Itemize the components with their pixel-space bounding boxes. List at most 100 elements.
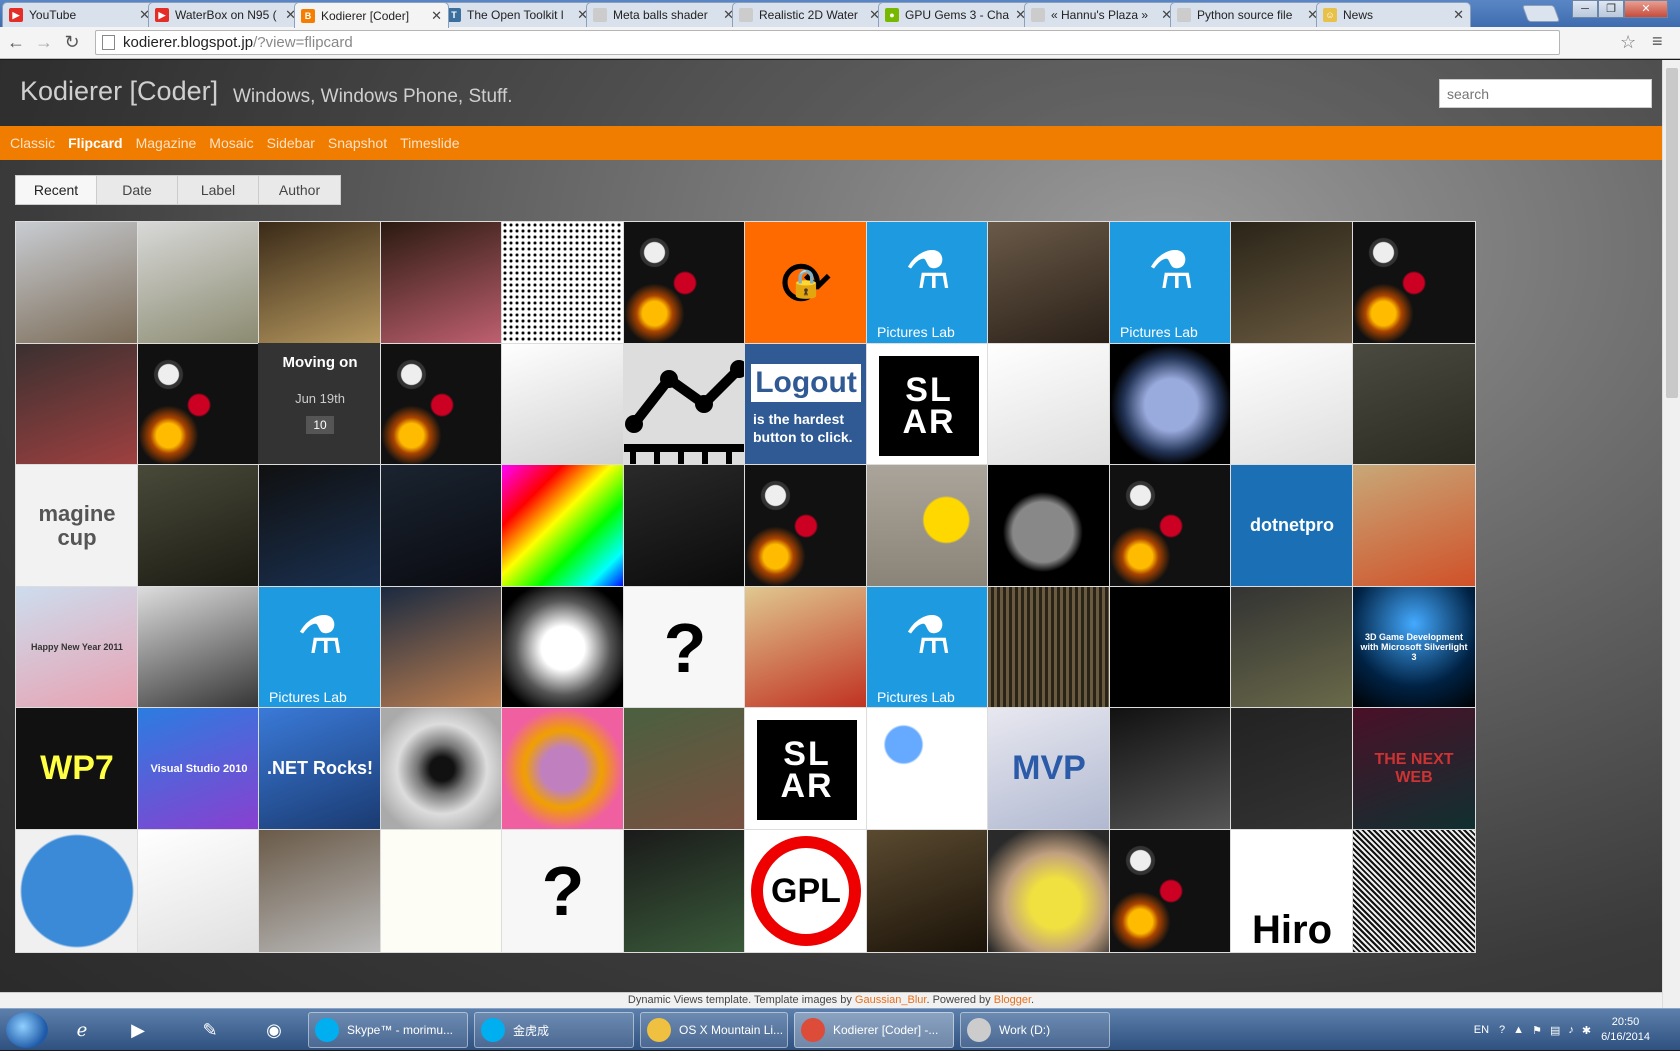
close-window-icon[interactable]: ✕ (1624, 0, 1668, 18)
sync-icon[interactable]: ✱ (1582, 1024, 1591, 1037)
taskbar-task[interactable]: Skype™ - morimu... (308, 1012, 468, 1048)
post-thumbnail-card[interactable] (15, 343, 139, 467)
post-thumbnail-card[interactable]: Visual Studio 2010 (137, 707, 261, 831)
post-thumbnail-card[interactable] (137, 586, 261, 710)
post-thumbnail-card[interactable] (258, 464, 382, 588)
post-thumbnail-card[interactable] (1109, 586, 1233, 710)
post-thumbnail-card[interactable] (866, 829, 990, 953)
forward-arrow-icon[interactable]: → (32, 31, 56, 55)
post-thumbnail-card[interactable] (623, 464, 747, 588)
firefox-icon[interactable]: ◉ (252, 1013, 296, 1047)
post-thumbnail-card[interactable] (501, 586, 625, 710)
browser-tab[interactable]: ▶ WaterBox on N95 (✕ (148, 2, 303, 27)
post-thumbnail-card[interactable] (137, 464, 261, 588)
post-thumbnail-card[interactable] (137, 829, 261, 953)
post-thumbnail-card[interactable] (1352, 343, 1476, 467)
post-thumbnail-card[interactable] (15, 221, 139, 345)
post-thumbnail-card[interactable] (380, 464, 504, 588)
view-link-timeslide[interactable]: Timeslide (400, 135, 459, 151)
pictures-lab-card[interactable]: ⚗ Pictures Lab (866, 221, 990, 345)
view-link-sidebar[interactable]: Sidebar (267, 135, 315, 151)
post-thumbnail-card[interactable] (501, 707, 625, 831)
post-thumbnail-card[interactable]: WP7 (15, 707, 139, 831)
post-thumbnail-card[interactable] (1230, 707, 1354, 831)
back-arrow-icon[interactable]: ← (4, 31, 28, 55)
view-link-snapshot[interactable]: Snapshot (328, 135, 387, 151)
post-thumbnail-card[interactable]: GPL (744, 829, 868, 953)
view-link-flipcard[interactable]: Flipcard (68, 135, 122, 151)
post-thumbnail-card[interactable]: .NET Rocks! (258, 707, 382, 831)
network-icon[interactable]: ▤ (1550, 1024, 1560, 1037)
volume-icon[interactable]: ♪ (1568, 1024, 1574, 1036)
tab-close-icon[interactable]: ✕ (1453, 7, 1464, 23)
post-thumbnail-card[interactable] (1109, 707, 1233, 831)
taskbar-clock[interactable]: 20:50 6/16/2014 (1601, 1015, 1650, 1045)
post-thumbnail-card[interactable] (744, 586, 868, 710)
post-thumbnail-card[interactable] (744, 464, 868, 588)
view-link-classic[interactable]: Classic (10, 135, 55, 151)
notepad-icon[interactable]: ✎ (188, 1013, 232, 1047)
post-thumbnail-card[interactable]: Happy New Year 2011 (15, 586, 139, 710)
post-thumbnail-card[interactable] (137, 221, 261, 345)
sort-tab-date[interactable]: Date (97, 176, 178, 204)
post-thumbnail-card[interactable]: Hiro (1230, 829, 1354, 953)
post-thumbnail-card[interactable] (501, 221, 625, 345)
sort-tab-author[interactable]: Author (259, 176, 340, 204)
footer-author-link[interactable]: Gaussian_Blur (855, 994, 927, 1006)
page-scrollbar[interactable] (1662, 60, 1680, 1008)
post-thumbnail-card[interactable] (258, 829, 382, 953)
maximize-icon[interactable]: ❐ (1598, 0, 1624, 18)
internet-explorer-icon[interactable]: ℯ (60, 1013, 104, 1047)
post-thumbnail-card[interactable] (866, 464, 990, 588)
post-thumbnail-card[interactable] (380, 829, 504, 953)
post-thumbnail-card[interactable] (1352, 829, 1476, 953)
post-thumbnail-card[interactable]: dotnetpro (1230, 464, 1354, 588)
taskbar-task[interactable]: Work (D:) (960, 1012, 1110, 1048)
browser-tab[interactable]: Realistic 2D Water ✕ (732, 2, 887, 27)
address-bar[interactable]: kodierer.blogspot.jp/?view=flipcard (95, 30, 1560, 55)
browser-tab[interactable]: T The Open Toolkit l ✕ (440, 2, 595, 27)
browser-tab[interactable]: B Kodierer [Coder] ✕ (294, 2, 449, 28)
help-icon[interactable]: ? (1499, 1024, 1505, 1036)
lock-app-card[interactable]: ⟳ 🔒 (744, 221, 868, 345)
post-thumbnail-card[interactable] (501, 343, 625, 467)
footer-blogger-link[interactable]: Blogger (994, 994, 1031, 1006)
post-thumbnail-card[interactable]: 3D Game Development with Microsoft Silve… (1352, 586, 1476, 710)
post-thumbnail-card[interactable]: magine cup (15, 464, 139, 588)
browser-tab[interactable]: Meta balls shader ✕ (586, 2, 741, 27)
post-thumbnail-card[interactable] (1109, 829, 1233, 953)
post-thumbnail-card[interactable] (380, 343, 504, 467)
post-thumbnail-card[interactable] (623, 221, 747, 345)
post-thumbnail-card[interactable]: ? (501, 829, 625, 953)
start-button-icon[interactable] (6, 1012, 48, 1048)
post-thumbnail-card[interactable]: THE NEXT WEB (1352, 707, 1476, 831)
post-thumbnail-card[interactable] (1230, 586, 1354, 710)
minimize-icon[interactable]: ─ (1572, 0, 1598, 18)
pictures-lab-card[interactable]: ⚗ Pictures Lab (866, 586, 990, 710)
browser-tab[interactable]: ☺ News ✕ (1316, 2, 1471, 27)
view-link-magazine[interactable]: Magazine (136, 135, 197, 151)
browser-tab[interactable]: ● GPU Gems 3 - Cha ✕ (878, 2, 1033, 27)
post-thumbnail-card[interactable] (15, 829, 139, 953)
sort-tab-label[interactable]: Label (178, 176, 259, 204)
slar-toolkit-card[interactable]: SL AR (744, 707, 868, 831)
post-thumbnail-card[interactable] (380, 221, 504, 345)
sort-tab-recent[interactable]: Recent (16, 176, 97, 204)
pictures-lab-card[interactable]: ⚗ Pictures Lab (1109, 221, 1233, 345)
language-indicator[interactable]: EN (1474, 1024, 1489, 1036)
line-chart-card[interactable] (623, 343, 747, 467)
search-input[interactable] (1439, 79, 1652, 108)
blog-title[interactable]: Kodierer [Coder] (20, 76, 218, 107)
post-thumbnail-card[interactable] (987, 221, 1111, 345)
post-thumbnail-card[interactable] (258, 221, 382, 345)
post-thumbnail-card[interactable] (987, 343, 1111, 467)
scrollbar-thumb[interactable] (1666, 68, 1678, 398)
post-thumbnail-card[interactable]: MVP (987, 707, 1111, 831)
post-thumbnail-card[interactable] (987, 464, 1111, 588)
taskbar-task[interactable]: 金虎成 (474, 1012, 634, 1048)
taskbar-task[interactable]: OS X Mountain Li... (640, 1012, 788, 1048)
post-thumbnail-card[interactable] (1352, 221, 1476, 345)
post-thumbnail-card[interactable] (1230, 343, 1354, 467)
reload-icon[interactable]: ↻ (60, 31, 84, 55)
post-thumbnail-card[interactable] (501, 464, 625, 588)
